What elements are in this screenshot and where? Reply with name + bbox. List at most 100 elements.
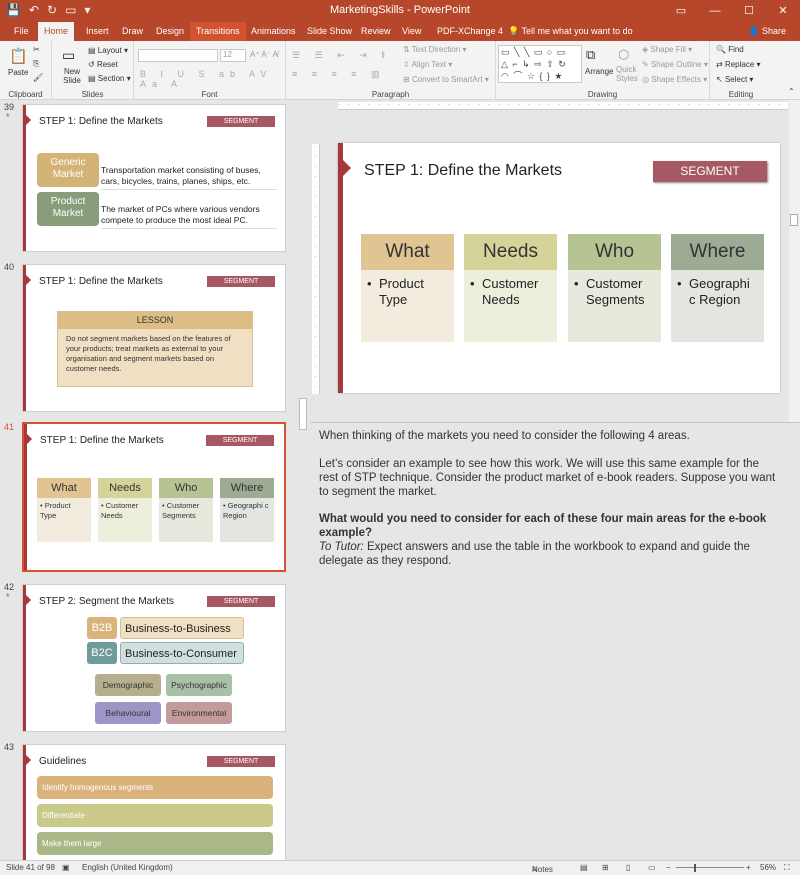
where-column[interactable]: Where • Geographi c Region	[671, 234, 764, 342]
find-button[interactable]: 🔍 Find	[716, 45, 744, 54]
section-button[interactable]: ▤ Section ▾	[88, 74, 131, 83]
text-direction-button[interactable]: ⇅ Text Direction ▾	[403, 45, 467, 54]
minimize-button[interactable]: —	[698, 0, 732, 22]
new-slide-button[interactable]: New Slide	[60, 67, 84, 85]
tab-animations[interactable]: Animations	[245, 22, 302, 41]
layout-button[interactable]: ▤ Layout ▾	[88, 46, 128, 55]
tab-draw[interactable]: Draw	[116, 22, 149, 41]
list-icons[interactable]: ☰ ☰ ⇤ ⇥ ‖	[292, 50, 391, 61]
copy-icon[interactable]: ⎘	[33, 59, 39, 69]
notes-pane[interactable]: When thinking of the markets you need to…	[310, 422, 800, 860]
cut-icon[interactable]: ✂	[33, 45, 40, 54]
quick-styles-button[interactable]: Quick Styles	[616, 65, 642, 83]
shapes-gallery[interactable]: ▭ ╲ ╲ ▭ ○ ▭ △ ⌐ ↳ ⇨ ⇧ ↻ ◠ ⌒ ☆ { } ★	[498, 45, 582, 83]
tab-review[interactable]: Review	[355, 22, 397, 41]
slide-sorter-icon[interactable]: ⊞	[602, 863, 609, 872]
zoom-out-icon[interactable]: −	[666, 863, 671, 872]
tab-transitions[interactable]: Transitions	[190, 22, 246, 41]
editor-scrollbar[interactable]	[789, 100, 800, 422]
segment-badge: SEGMENT	[207, 116, 275, 127]
ruler-tick: ·	[568, 102, 570, 108]
replace-button[interactable]: ⇄ Replace ▾	[716, 60, 761, 69]
ruler-tick: ·	[314, 144, 316, 150]
pen-icon: ✎	[642, 60, 651, 69]
tab-design[interactable]: Design	[150, 22, 190, 41]
collapse-ribbon-icon[interactable]: ⌃	[788, 87, 795, 96]
search-icon: 🔍	[716, 45, 729, 54]
scrollbar-thumb[interactable]	[299, 398, 307, 430]
arrange-button[interactable]: Arrange	[585, 67, 613, 76]
what-column[interactable]: What • Product Type	[361, 234, 454, 342]
zoom-slider-thumb[interactable]	[694, 864, 696, 872]
format-painter-icon[interactable]: 🖌	[33, 73, 43, 82]
new-slide-icon[interactable]: ▭	[62, 47, 80, 63]
thumbnail-slide-42[interactable]: STEP 2: Segment the Markets SEGMENT B2B …	[22, 584, 286, 732]
reading-view-icon[interactable]: ▯	[626, 863, 630, 872]
needs-body-text: Customer Needs	[482, 276, 539, 307]
ruler-tick: ·	[314, 384, 316, 390]
zoom-slider[interactable]	[676, 867, 744, 868]
font-size-box[interactable]: 12	[220, 49, 246, 62]
zoom-in-icon[interactable]: +	[746, 863, 751, 872]
drawing-group: ▭ ╲ ╲ ▭ ○ ▭ △ ⌐ ↳ ⇨ ⇧ ↻ ◠ ⌒ ☆ { } ★ ⧉ Arra…	[496, 41, 710, 100]
tab-insert[interactable]: Insert	[80, 22, 115, 41]
ribbon: 📋 Paste ✂ ⎘ 🖌 Clipboard ▭ New Slide ▤ La…	[0, 41, 800, 100]
title-bar: 💾 ↶ ↻ ▭ ▾ MarketingSkills - PowerPoint ▭…	[0, 0, 800, 22]
ruler-tick: ·	[618, 102, 620, 108]
ruler-tick: ·	[768, 102, 770, 108]
reset-button[interactable]: ↺ Reset	[88, 60, 118, 69]
tab-file[interactable]: File	[8, 22, 35, 41]
language-indicator[interactable]: English (United Kingdom)	[82, 863, 173, 872]
needs-column[interactable]: Needs • Customer Needs	[464, 234, 557, 342]
paste-button[interactable]: Paste	[8, 68, 28, 77]
arrange-icon[interactable]: ⧉	[586, 47, 595, 63]
shape-outline-button[interactable]: ✎ Shape Outline ▾	[642, 60, 708, 69]
needs-body: • Customer Needs	[464, 270, 557, 342]
who-column[interactable]: Who • Customer Segments	[568, 234, 661, 342]
slide-title[interactable]: STEP 1: Define the Markets	[364, 162, 562, 180]
font-name-box[interactable]	[138, 49, 218, 62]
ribbon-display-options-button[interactable]: ▭	[664, 0, 698, 22]
ruler-tick: ·	[658, 102, 660, 108]
paste-icon[interactable]: 📋	[9, 47, 28, 65]
convert-smartart-button[interactable]: ⊞ Convert to SmartArt ▾	[403, 75, 489, 84]
thumbnail-slide-41[interactable]: STEP 1: Define the Markets SEGMENT What …	[22, 422, 286, 572]
shape-effects-button[interactable]: ◎ Shape Effects ▾	[642, 75, 707, 84]
layout-label: Layout	[97, 46, 122, 55]
close-button[interactable]: ✕	[766, 0, 800, 22]
font-format-icons[interactable]: B I U S ab AV Aa A	[140, 69, 285, 89]
share-button[interactable]: 👤 Share	[748, 22, 786, 41]
notes-paragraph: When thinking of the markets you need to…	[319, 430, 690, 442]
align-icons[interactable]: ≡ ≡ ≡ ≡ ▥	[292, 69, 386, 80]
segment-badge[interactable]: SEGMENT	[653, 161, 767, 182]
ruler-tick: ·	[314, 204, 316, 210]
thumbnail-scrollbar[interactable]	[298, 100, 308, 860]
align-text-button[interactable]: ⇳ Align Text ▾	[403, 60, 452, 69]
ruler-tick: ·	[314, 304, 316, 310]
text-direction-label: Text Direction	[411, 45, 461, 54]
select-button[interactable]: ↖ Select ▾	[716, 75, 753, 84]
section-icon: ▤	[88, 74, 98, 83]
zoom-level[interactable]: 56%	[760, 863, 776, 872]
quick-styles-icon[interactable]: ⬡	[618, 47, 629, 63]
thumb-number: 39	[4, 102, 15, 112]
fit-to-window-icon[interactable]: ⛶	[784, 863, 790, 873]
tab-pdf-xchange[interactable]: PDF-XChange 4	[431, 22, 509, 41]
tab-view[interactable]: View	[396, 22, 427, 41]
maximize-button[interactable]: ☐	[732, 0, 766, 22]
slideshow-icon[interactable]: ▭	[648, 863, 656, 872]
shape-fill-button[interactable]: ◈ Shape Fill ▾	[642, 45, 692, 54]
grow-font-icon[interactable]: A⁺ A⁻ A̸	[250, 50, 278, 59]
scrollbar-thumb[interactable]	[790, 214, 798, 226]
thumbnail-slide-39[interactable]: STEP 1: Define the Markets SEGMENT Gener…	[22, 104, 286, 252]
current-slide[interactable]: STEP 1: Define the Markets SEGMENT What …	[338, 143, 780, 393]
slide-counter: Slide 41 of 98	[6, 863, 55, 872]
ruler-tick: ·	[314, 354, 316, 360]
normal-view-icon[interactable]: ▤	[580, 863, 588, 872]
tab-home[interactable]: Home	[38, 22, 75, 41]
tell-me-search[interactable]: 💡 Tell me what you want to do	[502, 22, 639, 41]
spelling-icon[interactable]: ▣	[62, 863, 70, 872]
tab-slide-show[interactable]: Slide Show	[301, 22, 358, 41]
thumbnail-slide-40[interactable]: STEP 1: Define the Markets SEGMENT LESSO…	[22, 264, 286, 412]
thumbnail-slide-43[interactable]: Guidelines SEGMENT Identify homogenous s…	[22, 744, 286, 860]
